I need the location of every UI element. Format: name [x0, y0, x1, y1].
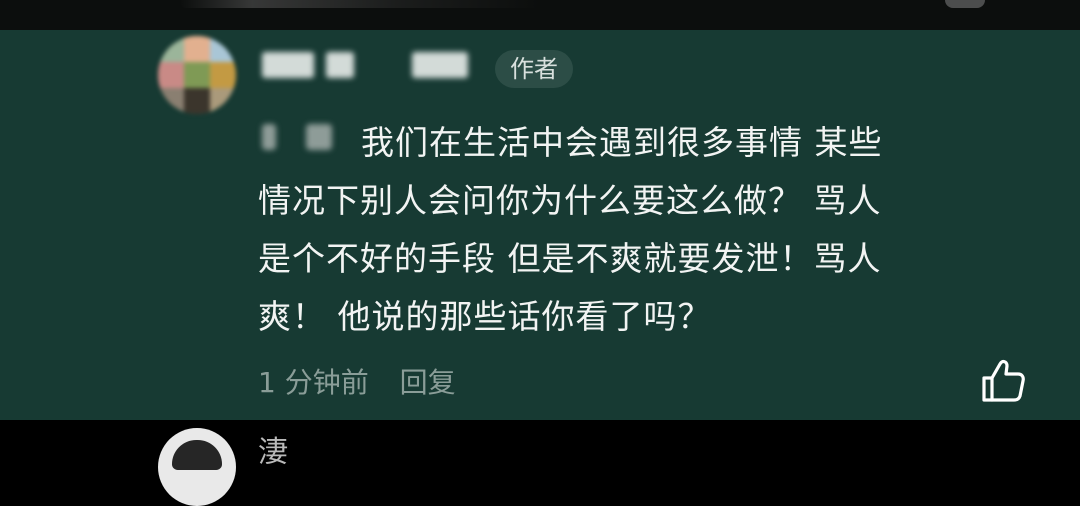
timestamp: 1 分钟前	[258, 366, 369, 399]
reply-button[interactable]: 回复	[400, 366, 456, 399]
comment-text-line: 爽！ 他说的那些话你看了吗？	[258, 297, 712, 336]
blurred-username[interactable]	[326, 52, 354, 78]
comment-meta: 1 分钟前 回复	[258, 363, 456, 403]
previous-comment-edge	[0, 0, 1080, 30]
avatar[interactable]	[158, 36, 236, 114]
comment-text: 我们在生活中会遇到很多事情 某些 情况下别人会问你为什么要这么做？ 骂人 是个不…	[258, 114, 1048, 346]
comment-text-line: 是个不好的手段 但是不爽就要发泄！骂人	[258, 239, 882, 278]
author-badge: 作者	[495, 50, 573, 88]
blurred-previous-content	[180, 0, 540, 8]
blurred-username[interactable]	[412, 52, 468, 78]
username[interactable]: 淒	[258, 436, 288, 470]
like-icon[interactable]	[978, 356, 1028, 406]
blurred-username[interactable]	[262, 52, 314, 78]
avatar[interactable]	[158, 428, 236, 506]
hat-icon	[172, 440, 222, 470]
comment-card: 作者 我们在生活中会遇到很多事情 某些 情况下别人会问你为什么要这么做？ 骂人 …	[0, 30, 1080, 420]
comment-text-line: 我们在生活中会遇到很多事情 某些	[361, 123, 883, 162]
blurred-previous-icon	[945, 0, 985, 8]
comment-text-line: 情况下别人会问你为什么要这么做？ 骂人	[258, 181, 882, 220]
next-comment: 淒	[0, 420, 1080, 506]
